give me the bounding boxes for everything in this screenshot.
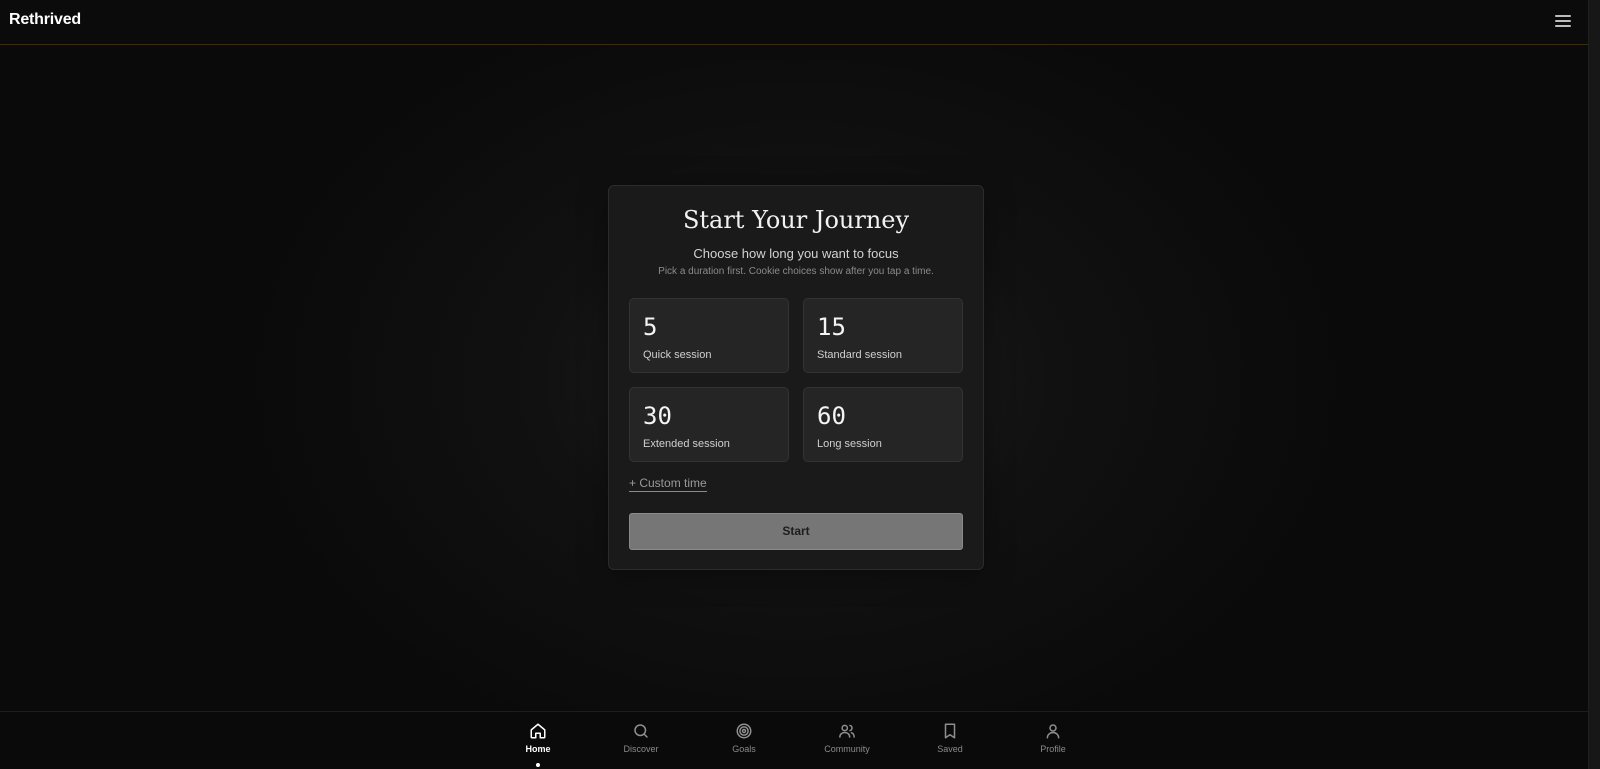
bookmark-icon xyxy=(944,723,956,739)
hamburger-menu-icon[interactable] xyxy=(1555,12,1571,28)
duration-label: Quick session xyxy=(643,349,712,361)
duration-option-60[interactable]: 60 Long session xyxy=(803,387,963,462)
nav-label: Discover xyxy=(623,744,659,754)
nav-item-profile[interactable]: Profile xyxy=(1013,720,1093,768)
nav-item-saved[interactable]: Saved xyxy=(910,720,990,768)
active-indicator xyxy=(536,763,540,767)
user-icon xyxy=(1046,724,1060,739)
nav-label: Goals xyxy=(732,744,756,754)
duration-option-30[interactable]: 30 Extended session xyxy=(629,387,789,462)
duration-minutes: 30 xyxy=(643,402,672,430)
card-note: Pick a duration first. Cookie choices sh… xyxy=(658,266,934,277)
nav-label: Home xyxy=(525,744,551,754)
brand-logo[interactable]: Rethrived xyxy=(9,11,81,29)
bottom-nav: Home Discover Goals Community Saved Prof… xyxy=(0,711,1589,769)
target-icon xyxy=(736,723,752,739)
duration-label: Long session xyxy=(817,438,882,450)
nav-item-home[interactable]: Home xyxy=(498,720,578,768)
nav-label: Community xyxy=(824,744,870,754)
nav-item-goals[interactable]: Goals xyxy=(704,720,784,768)
nav-label: Profile xyxy=(1040,744,1066,754)
nav-item-community[interactable]: Community xyxy=(807,720,887,768)
home-icon xyxy=(530,723,546,739)
top-bar: Rethrived xyxy=(0,0,1589,45)
duration-label: Standard session xyxy=(817,349,902,361)
users-icon xyxy=(839,724,855,738)
duration-minutes: 5 xyxy=(643,313,658,341)
start-journey-card: Start Your Journey Choose how long you w… xyxy=(608,185,984,570)
duration-option-15[interactable]: 15 Standard session xyxy=(803,298,963,373)
card-subtitle: Choose how long you want to focus xyxy=(693,246,899,261)
duration-option-5[interactable]: 5 Quick session xyxy=(629,298,789,373)
duration-label: Extended session xyxy=(643,438,730,450)
nav-label: Saved xyxy=(937,744,963,754)
page: Rethrived Start Your Journey Choose how … xyxy=(0,0,1600,769)
search-icon xyxy=(634,724,648,738)
duration-minutes: 15 xyxy=(817,313,846,341)
duration-minutes: 60 xyxy=(817,402,846,430)
nav-item-discover[interactable]: Discover xyxy=(601,720,681,768)
page-scrollbar[interactable] xyxy=(1588,0,1600,769)
custom-time-link[interactable]: + Custom time xyxy=(629,476,707,492)
card-title: Start Your Journey xyxy=(682,206,910,234)
start-button[interactable]: Start xyxy=(629,513,963,550)
